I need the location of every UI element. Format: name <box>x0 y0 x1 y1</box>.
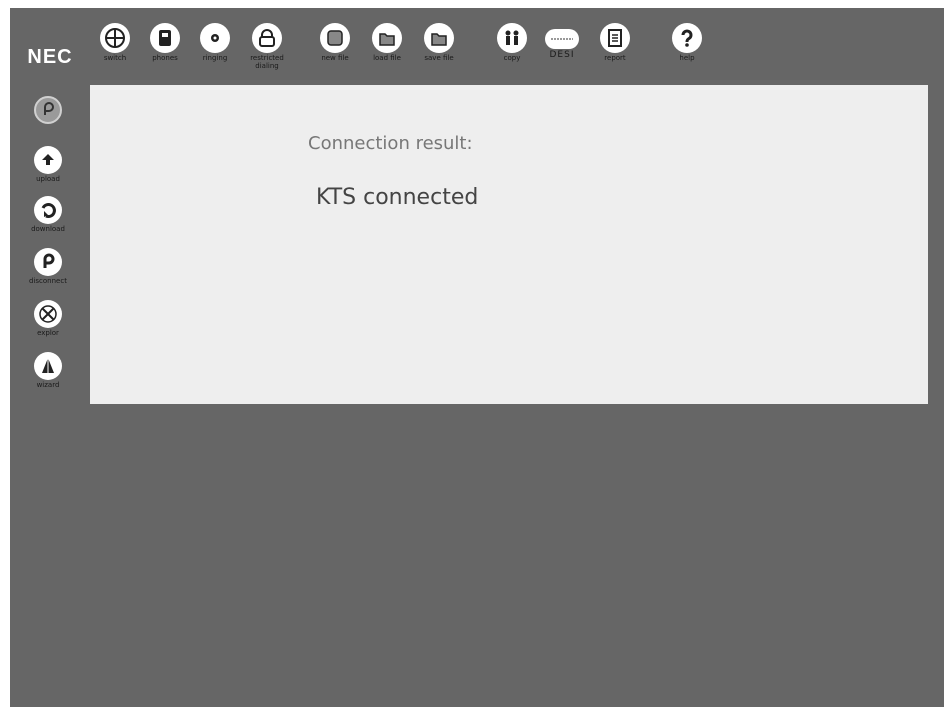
sidebar-upload-button[interactable]: upload <box>26 146 70 183</box>
copy-icon <box>497 23 527 53</box>
report-icon <box>600 23 630 53</box>
new-file-icon <box>320 23 350 53</box>
connect-icon <box>34 96 62 124</box>
toolbar-report-button[interactable]: report <box>593 23 637 62</box>
nec-logo: NEC <box>27 46 73 68</box>
toolbar-desi-button[interactable]: DESI <box>540 23 584 60</box>
toolbar-phones-button[interactable]: phones <box>143 23 187 62</box>
sidebar-label: download <box>31 225 65 233</box>
sidebar-label: disconnect <box>29 277 67 285</box>
sidebar-wizard-button[interactable]: wizard <box>26 352 70 389</box>
connection-result-heading: Connection result: <box>308 133 473 154</box>
sidebar-label: explor <box>37 329 59 337</box>
switch-icon <box>100 23 130 53</box>
explorer-icon <box>34 300 62 328</box>
app-window: NEC switch phones ringing restricted dia… <box>10 8 944 707</box>
toolbar-label: DESI <box>549 50 575 60</box>
toolbar-label: report <box>604 54 626 62</box>
disconnect-icon <box>34 248 62 276</box>
toolbar-label: new file <box>321 54 349 62</box>
toolbar-help-button[interactable]: help <box>665 23 709 62</box>
sidebar-label: wizard <box>36 381 60 389</box>
wizard-icon <box>34 352 62 380</box>
help-icon <box>672 23 702 53</box>
toolbar-ringing-button[interactable]: ringing <box>193 23 237 62</box>
toolbar-label: phones <box>152 54 178 62</box>
toolbar-load-file-button[interactable]: load file <box>365 23 409 62</box>
save-file-icon <box>424 23 454 53</box>
sidebar-explorer-button[interactable]: explor <box>26 300 70 337</box>
download-icon <box>34 196 62 224</box>
sidebar-disconnect-button[interactable]: disconnect <box>26 248 70 285</box>
toolbar-switch-button[interactable]: switch <box>93 23 137 62</box>
phone-icon <box>150 23 180 53</box>
toolbar-restricted-dialing-button[interactable]: restricted dialing <box>245 23 289 70</box>
connection-status-text: KTS connected <box>316 185 479 210</box>
toolbar-new-file-button[interactable]: new file <box>313 23 357 62</box>
upload-icon <box>34 146 62 174</box>
sidebar-connect-button[interactable] <box>26 96 70 124</box>
desi-icon <box>545 29 579 49</box>
lock-icon <box>252 23 282 53</box>
sidebar-download-button[interactable]: download <box>26 196 70 233</box>
toolbar-copy-button[interactable]: copy <box>490 23 534 62</box>
toolbar-label: copy <box>503 54 521 62</box>
connection-result-panel: Connection result: KTS connected <box>90 85 928 404</box>
toolbar-label: restricted dialing <box>250 54 284 70</box>
toolbar-save-file-button[interactable]: save file <box>417 23 461 62</box>
load-file-icon <box>372 23 402 53</box>
toolbar-label: load file <box>373 54 401 62</box>
toolbar-label: ringing <box>202 54 228 62</box>
toolbar-label: help <box>679 54 695 62</box>
sidebar-label: upload <box>36 175 60 183</box>
ringing-icon <box>200 23 230 53</box>
toolbar-label: switch <box>103 54 127 62</box>
toolbar-label: save file <box>424 54 454 62</box>
